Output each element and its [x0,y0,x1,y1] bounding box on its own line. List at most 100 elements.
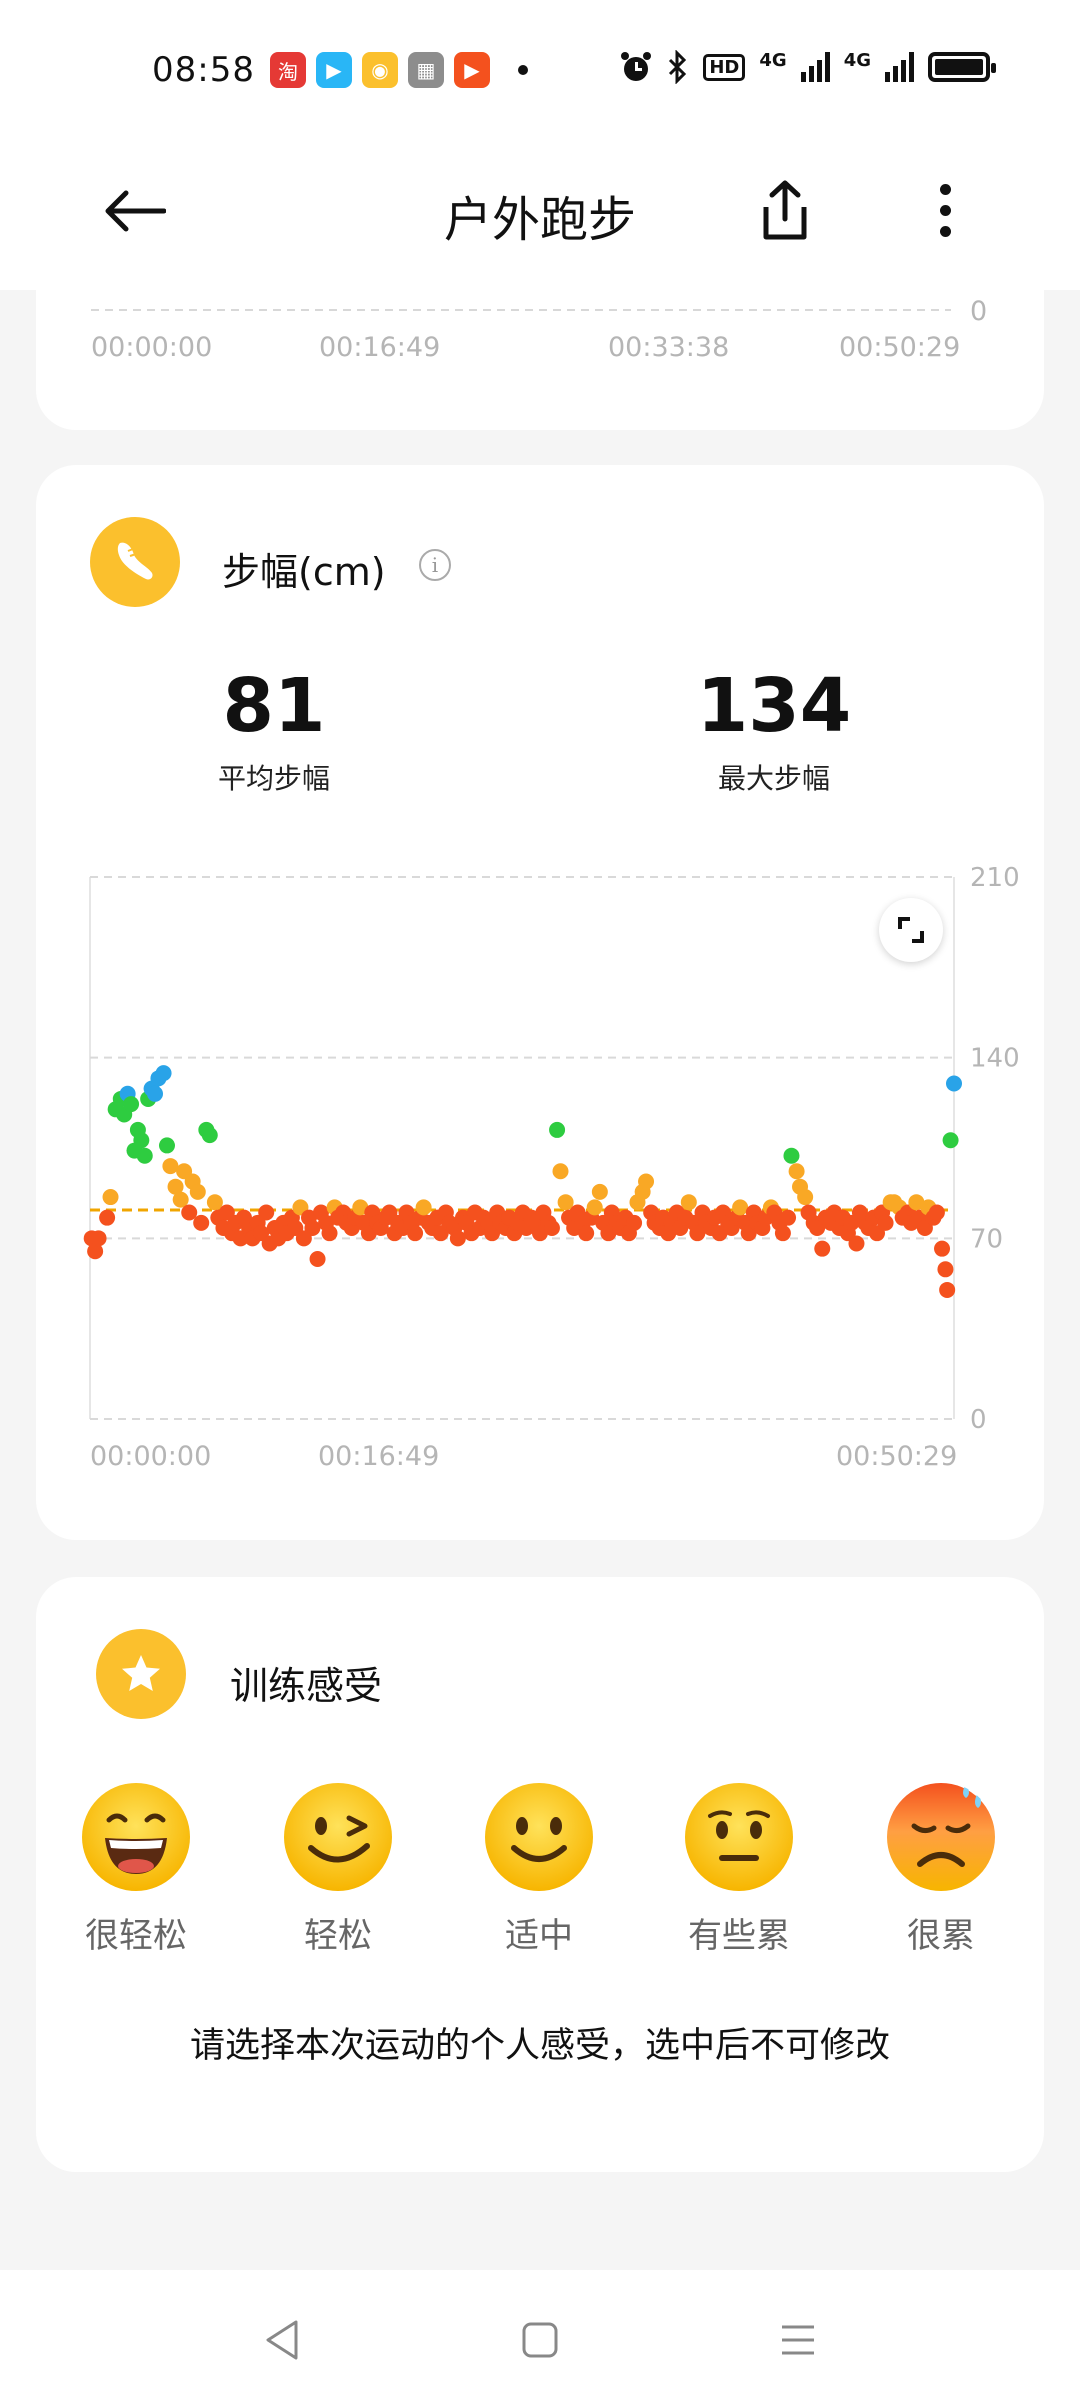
square-home-icon [522,2322,558,2358]
feel-option-easy[interactable]: 轻松 [263,1782,413,1957]
feel-option-label: 适中 [505,1916,573,1956]
stride-data-point [543,1220,560,1237]
chart-x-tick-label: 00:50:29 [836,1441,957,1472]
stride-data-point [193,1214,210,1231]
stride-data-point [942,1132,959,1149]
winking-face-icon [284,1783,392,1891]
chart-y-tick-label: 70 [970,1224,1003,1254]
stride-data-point [136,1147,153,1164]
stride-data-point [626,1214,643,1231]
exhausted-face-icon [887,1783,995,1891]
more-dot-icon [939,204,951,216]
stride-data-point [123,1096,140,1113]
stride-data-point [162,1158,179,1175]
stride-data-point [99,1209,116,1226]
feel-title: 训练感受 [230,1664,383,1708]
stride-data-point [591,1183,608,1200]
feel-option-very-tired[interactable]: 很累 [866,1782,1016,1957]
stride-data-point [407,1225,424,1242]
notification-dot-icon [518,65,528,75]
fullscreen-button[interactable] [879,898,943,962]
top-x-tick: 00:33:38 [608,332,730,363]
stride-data-point [304,1220,321,1237]
more-options-button[interactable] [915,170,975,250]
network-type-1: 4G [759,50,787,71]
stride-data-point [309,1250,326,1267]
stride-data-point [155,1065,172,1082]
feel-option-label: 很累 [907,1916,975,1956]
stride-data-point [102,1189,119,1206]
stride-data-point [321,1225,338,1242]
triangle-back-icon [266,2320,298,2360]
stride-data-point [258,1204,275,1221]
feel-options: 很轻松 轻松 适中 有些累 很累 [36,1782,1044,1962]
status-app-icons: 淘 ▶ ◉ ▦ ▶ [270,52,528,88]
stride-data-point [848,1235,865,1252]
stride-data-point [928,1204,945,1221]
stride-data-point [877,1214,894,1231]
chart-x-tick-label: 00:16:49 [318,1441,439,1472]
feel-option-very-easy[interactable]: 很轻松 [61,1782,211,1957]
top-y-tick: 0 [970,296,988,327]
stride-data-point [586,1199,603,1216]
stride-data-point [638,1173,655,1190]
stride-data-point [147,1085,164,1102]
bluetooth-icon [669,50,687,84]
more-dot-icon [939,183,951,195]
feel-option-label: 轻松 [304,1916,372,1956]
nav-back-button[interactable] [252,2310,312,2370]
top-x-tick: 00:16:49 [319,332,441,363]
feel-option-moderate[interactable]: 适中 [464,1782,614,1957]
stride-data-point [774,1225,791,1242]
stride-data-point [552,1163,569,1180]
smiling-face-icon [485,1783,593,1891]
top-x-tick: 00:00:00 [91,332,213,363]
share-button[interactable] [750,170,820,250]
signal-strength-icon [800,52,830,82]
stride-data-point [549,1121,566,1138]
gallery-app-icon: ▦ [408,52,444,88]
more-dot-icon [939,225,951,237]
stride-data-point [201,1127,218,1144]
stride-data-point [780,1209,797,1226]
stride-data-point [90,1230,107,1247]
stride-data-point [946,1075,962,1092]
nav-home-button[interactable] [510,2310,570,2370]
laughing-face-icon [82,1783,190,1891]
neutral-face-icon [685,1783,793,1891]
expand-icon [898,917,924,943]
app-bar: 户外跑步 [0,140,1080,290]
taobao-icon: 淘 [270,52,306,88]
menu-lines-icon [782,2325,814,2355]
star-icon [96,1629,186,1719]
stride-data-point [797,1189,814,1206]
stride-data-point [939,1281,956,1298]
weibo-icon: ◉ [362,52,398,88]
stride-card: 步幅(cm) i 81 平均步幅 134 最大步幅 0 70 140 210 00:00… [36,465,1044,1540]
video-app-icon: ▶ [316,52,352,88]
status-time: 08:58 [152,50,255,90]
share-icon [763,180,807,240]
feel-hint-text: 请选择本次运动的个人感受，选中后不可修改 [189,2026,890,2066]
chart-y-tick-label: 210 [970,863,1020,893]
stride-data-point [189,1183,206,1200]
stride-data-point [449,1230,466,1247]
play-app-icon: ▶ [454,52,490,88]
stride-scatter-chart: 0 70 140 210 00:00:00 00:16:49 00:50:29 [83,863,1020,1472]
stride-data-point [814,1240,831,1257]
stride-data-point [415,1199,432,1216]
stride-data-point [158,1137,175,1154]
stride-data-point [783,1147,800,1164]
nav-menu-button[interactable] [768,2310,828,2370]
chart-y-tick-label: 140 [970,1044,1020,1074]
feel-option-somewhat-tired[interactable]: 有些累 [664,1782,814,1957]
stride-data-point [732,1199,749,1216]
stride-data-point [680,1194,697,1211]
status-bar: 08:58 淘 ▶ ◉ ▦ ▶ HD 4G 4G [0,0,1080,140]
stride-data-point [788,1163,805,1180]
hd-badge: HD [703,53,746,81]
feel-option-label: 很轻松 [85,1916,187,1956]
feel-option-label: 有些累 [688,1916,790,1956]
chart-x-tick-label: 00:00:00 [90,1441,211,1472]
signal-strength-icon-2 [885,52,914,82]
